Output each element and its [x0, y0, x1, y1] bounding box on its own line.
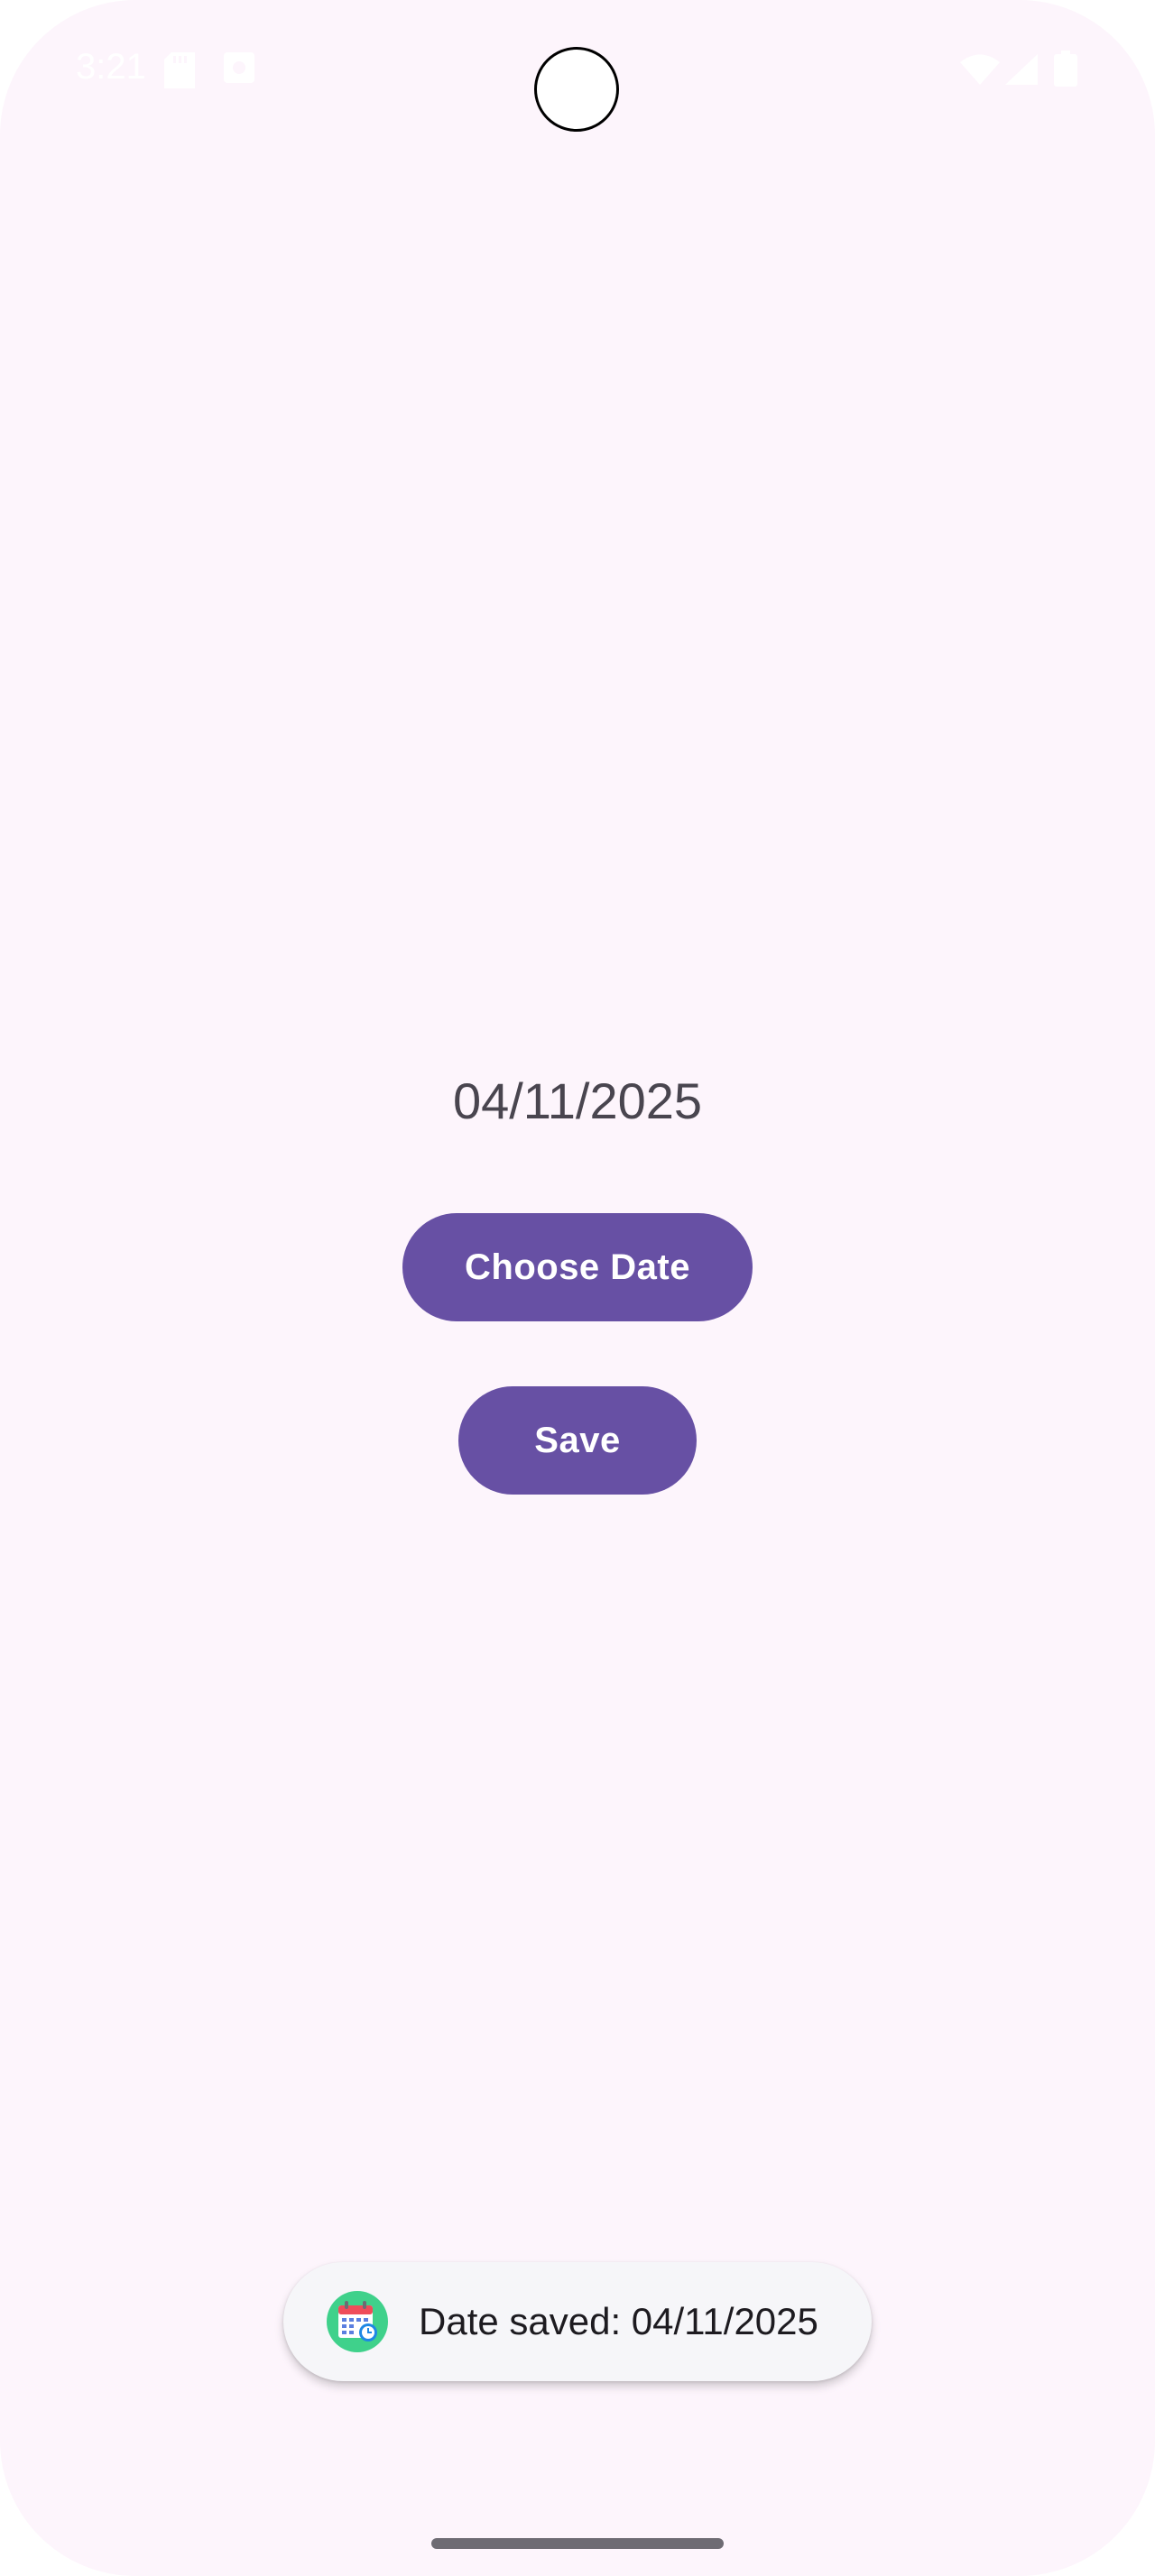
home-indicator[interactable] — [431, 2538, 724, 2549]
front-camera-cutout — [534, 47, 619, 132]
choose-date-button[interactable]: Choose Date — [402, 1213, 753, 1321]
device-screen: 3:21 04/11/2025 Choose Date Save Date sa… — [0, 0, 1155, 2576]
toast-message: Date saved: 04/11/2025 — [283, 2262, 872, 2381]
notification-icon — [224, 52, 254, 87]
save-button[interactable]: Save — [458, 1386, 697, 1495]
wifi-icon — [960, 54, 1000, 89]
battery-icon — [1054, 51, 1077, 91]
selected-date-text: 04/11/2025 — [452, 1072, 703, 1129]
calendar-app-icon — [327, 2291, 388, 2352]
toast-text: Date saved: 04/11/2025 — [419, 2300, 818, 2342]
signal-icon — [1005, 54, 1038, 89]
status-time: 3:21 — [76, 47, 146, 87]
sd-card-icon — [164, 52, 195, 93]
